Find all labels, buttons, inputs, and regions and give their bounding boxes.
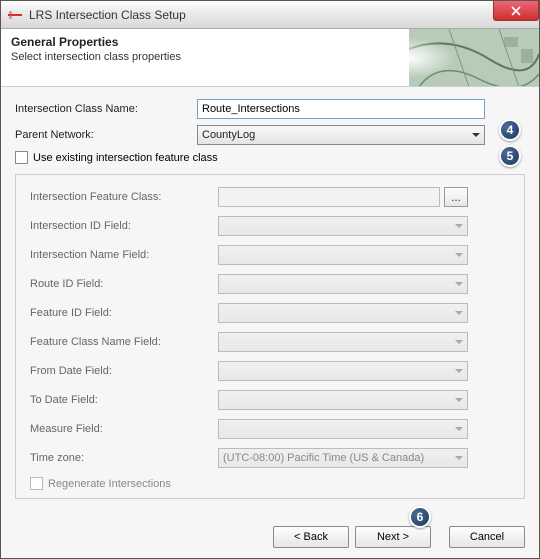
wizard-footer: < Back Next > Cancel (273, 526, 525, 548)
next-button[interactable]: Next > (355, 526, 431, 548)
parent-network-label: Parent Network: (15, 129, 197, 141)
chevron-down-icon (455, 253, 463, 257)
callout-badge-6: 6 (409, 506, 431, 528)
callout-badge-5: 5 (499, 145, 521, 167)
id-field-label: Intersection ID Field: (30, 220, 218, 232)
feature-class-group: Intersection Feature Class: ... Intersec… (15, 174, 525, 499)
chevron-down-icon (455, 224, 463, 228)
chevron-down-icon (455, 369, 463, 373)
parent-network-value: CountyLog (202, 129, 255, 141)
chevron-down-icon (455, 456, 463, 460)
parent-network-select[interactable]: CountyLog (197, 125, 485, 145)
close-button[interactable] (493, 1, 539, 21)
regenerate-label: Regenerate Intersections (48, 478, 171, 490)
id-field-select[interactable] (218, 216, 468, 236)
wizard-header: General Properties Select intersection c… (1, 29, 539, 87)
fc-name-label: Feature Class Name Field: (30, 336, 218, 348)
chevron-down-icon (455, 340, 463, 344)
timezone-value: (UTC-08:00) Pacific Time (US & Canada) (223, 452, 424, 464)
use-existing-checkbox[interactable] (15, 151, 28, 164)
back-button[interactable]: < Back (273, 526, 349, 548)
feature-class-display (218, 187, 440, 207)
feature-id-label: Feature ID Field: (30, 307, 218, 319)
chevron-down-icon (455, 311, 463, 315)
feature-class-label: Intersection Feature Class: (30, 191, 218, 203)
class-name-input[interactable] (197, 99, 485, 119)
browse-feature-class-button[interactable]: ... (444, 187, 468, 207)
from-date-select[interactable] (218, 361, 468, 381)
measure-select[interactable] (218, 419, 468, 439)
chevron-down-icon (455, 282, 463, 286)
cancel-button[interactable]: Cancel (449, 526, 525, 548)
route-id-label: Route ID Field: (30, 278, 218, 290)
feature-id-select[interactable] (218, 303, 468, 323)
timezone-label: Time zone: (30, 452, 218, 464)
timezone-select[interactable]: (UTC-08:00) Pacific Time (US & Canada) (218, 448, 468, 468)
name-field-select[interactable] (218, 245, 468, 265)
measure-label: Measure Field: (30, 423, 218, 435)
callout-badge-4: 4 (499, 119, 521, 141)
titlebar: LRS Intersection Class Setup (1, 1, 539, 29)
regenerate-checkbox (30, 477, 43, 490)
to-date-select[interactable] (218, 390, 468, 410)
name-field-label: Intersection Name Field: (30, 249, 218, 261)
fc-name-select[interactable] (218, 332, 468, 352)
class-name-label: Intersection Class Name: (15, 103, 197, 115)
to-date-label: To Date Field: (30, 394, 218, 406)
route-id-select[interactable] (218, 274, 468, 294)
use-existing-label: Use existing intersection feature class (33, 152, 218, 164)
chevron-down-icon (455, 398, 463, 402)
app-icon (7, 7, 23, 23)
chevron-down-icon (472, 133, 480, 137)
regenerate-checkbox-row: Regenerate Intersections (30, 477, 510, 490)
use-existing-checkbox-row[interactable]: Use existing intersection feature class (15, 151, 525, 164)
from-date-label: From Date Field: (30, 365, 218, 377)
window-title: LRS Intersection Class Setup (29, 8, 186, 22)
chevron-down-icon (455, 427, 463, 431)
header-map-graphic (409, 29, 539, 87)
